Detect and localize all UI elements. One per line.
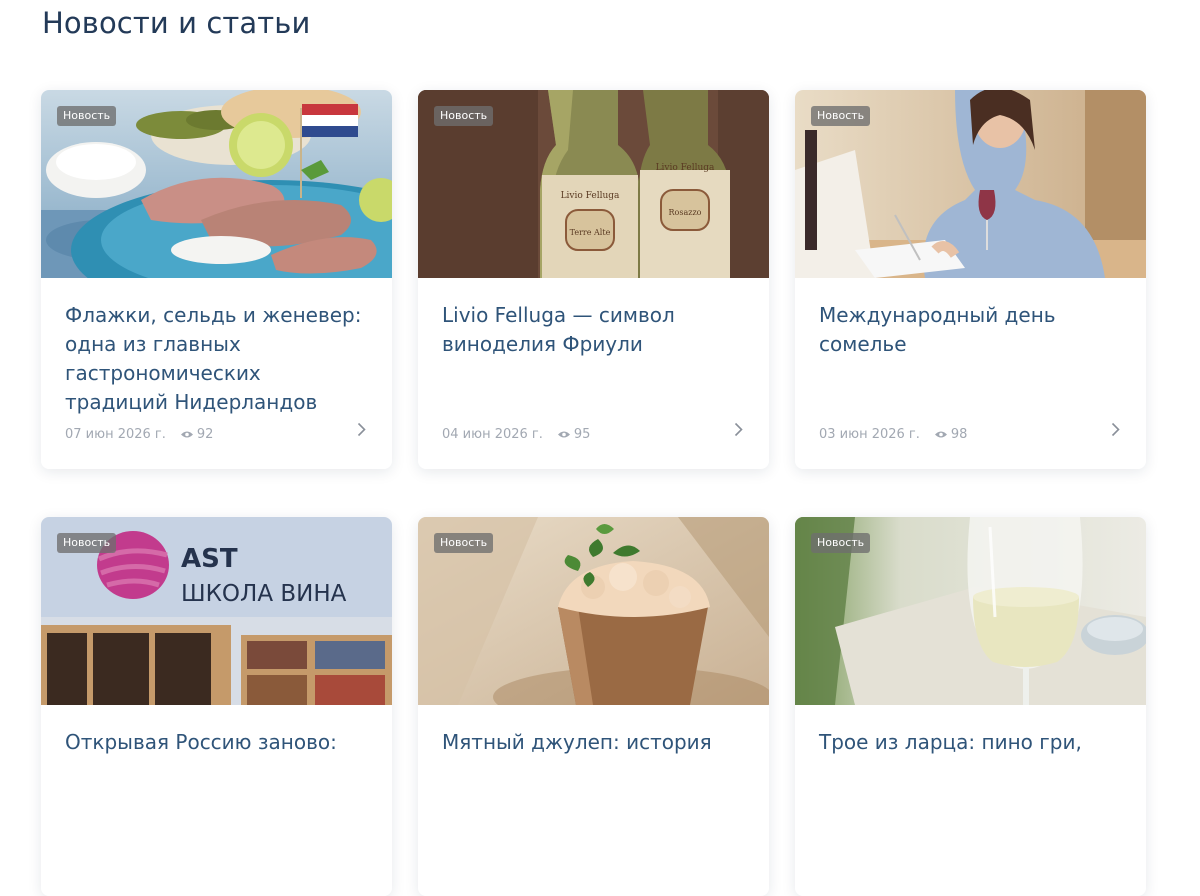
card-title[interactable]: Международный день сомелье: [819, 301, 1124, 359]
herring-plate-image: Новость: [41, 90, 392, 278]
eye-icon: [934, 431, 947, 438]
news-card[interactable]: Livio Felluga Terre Alte Livio Felluga R…: [418, 90, 769, 469]
card-views: 95: [557, 427, 591, 442]
news-grid: Новость Флажки, сельдь и женевер: одна и…: [41, 90, 1147, 896]
card-date: 07 июн 2026 г.: [65, 427, 166, 442]
eye-icon: [557, 431, 570, 438]
section-title: Новости и статьи: [42, 6, 311, 40]
svg-text:Terre Alte: Terre Alte: [570, 228, 611, 237]
news-badge: Новость: [811, 533, 871, 553]
news-card[interactable]: Новость Мятный джулеп: история: [418, 517, 769, 896]
sommelier-image: Новость: [795, 90, 1146, 278]
news-badge: Новость: [57, 533, 117, 553]
news-badge: Новость: [434, 106, 494, 126]
views-count: 98: [950, 427, 968, 442]
card-views: 98: [934, 427, 968, 442]
wine-school-image: AST ШКОЛА ВИНА Новость: [41, 517, 392, 705]
svg-text:Livio Felluga: Livio Felluga: [656, 163, 715, 173]
logo-text-school: ШКОЛА ВИНА: [181, 581, 347, 607]
news-card[interactable]: Новость Международный день сомелье 03 ию…: [795, 90, 1146, 469]
card-title[interactable]: Трое из ларца: пино гри,: [819, 728, 1124, 757]
svg-text:Rosazzo: Rosazzo: [669, 208, 702, 217]
svg-text:Livio Felluga: Livio Felluga: [561, 191, 620, 201]
news-badge: Новость: [57, 106, 117, 126]
wine-bottles-image: Livio Felluga Terre Alte Livio Felluga R…: [418, 90, 769, 278]
eye-icon: [180, 431, 193, 438]
chevron-right-icon[interactable]: [734, 422, 743, 437]
card-title[interactable]: Открывая Россию заново:: [65, 728, 370, 757]
card-date: 04 июн 2026 г.: [442, 427, 543, 442]
card-title[interactable]: Livio Felluga — символ виноделия Фриули: [442, 301, 747, 359]
card-meta: 07 июн 2026 г. 92: [65, 427, 213, 442]
card-title[interactable]: Флажки, сельдь и женевер: одна из главны…: [65, 301, 370, 417]
card-date: 03 июн 2026 г.: [819, 427, 920, 442]
card-views: 92: [180, 427, 214, 442]
chevron-right-icon[interactable]: [1111, 422, 1120, 437]
news-card[interactable]: Новость Флажки, сельдь и женевер: одна и…: [41, 90, 392, 469]
news-badge: Новость: [434, 533, 494, 553]
news-card[interactable]: AST ШКОЛА ВИНА Новость Открывая Россию з…: [41, 517, 392, 896]
card-meta: 03 июн 2026 г. 98: [819, 427, 967, 442]
logo-text-ast: AST: [181, 544, 238, 574]
views-count: 95: [573, 427, 591, 442]
news-card[interactable]: Новость Трое из ларца: пино гри,: [795, 517, 1146, 896]
card-meta: 04 июн 2026 г. 95: [442, 427, 590, 442]
mint-julep-image: Новость: [418, 517, 769, 705]
card-title[interactable]: Мятный джулеп: история: [442, 728, 747, 757]
views-count: 92: [196, 427, 214, 442]
news-badge: Новость: [811, 106, 871, 126]
white-wine-glass-image: Новость: [795, 517, 1146, 705]
chevron-right-icon[interactable]: [357, 422, 366, 437]
